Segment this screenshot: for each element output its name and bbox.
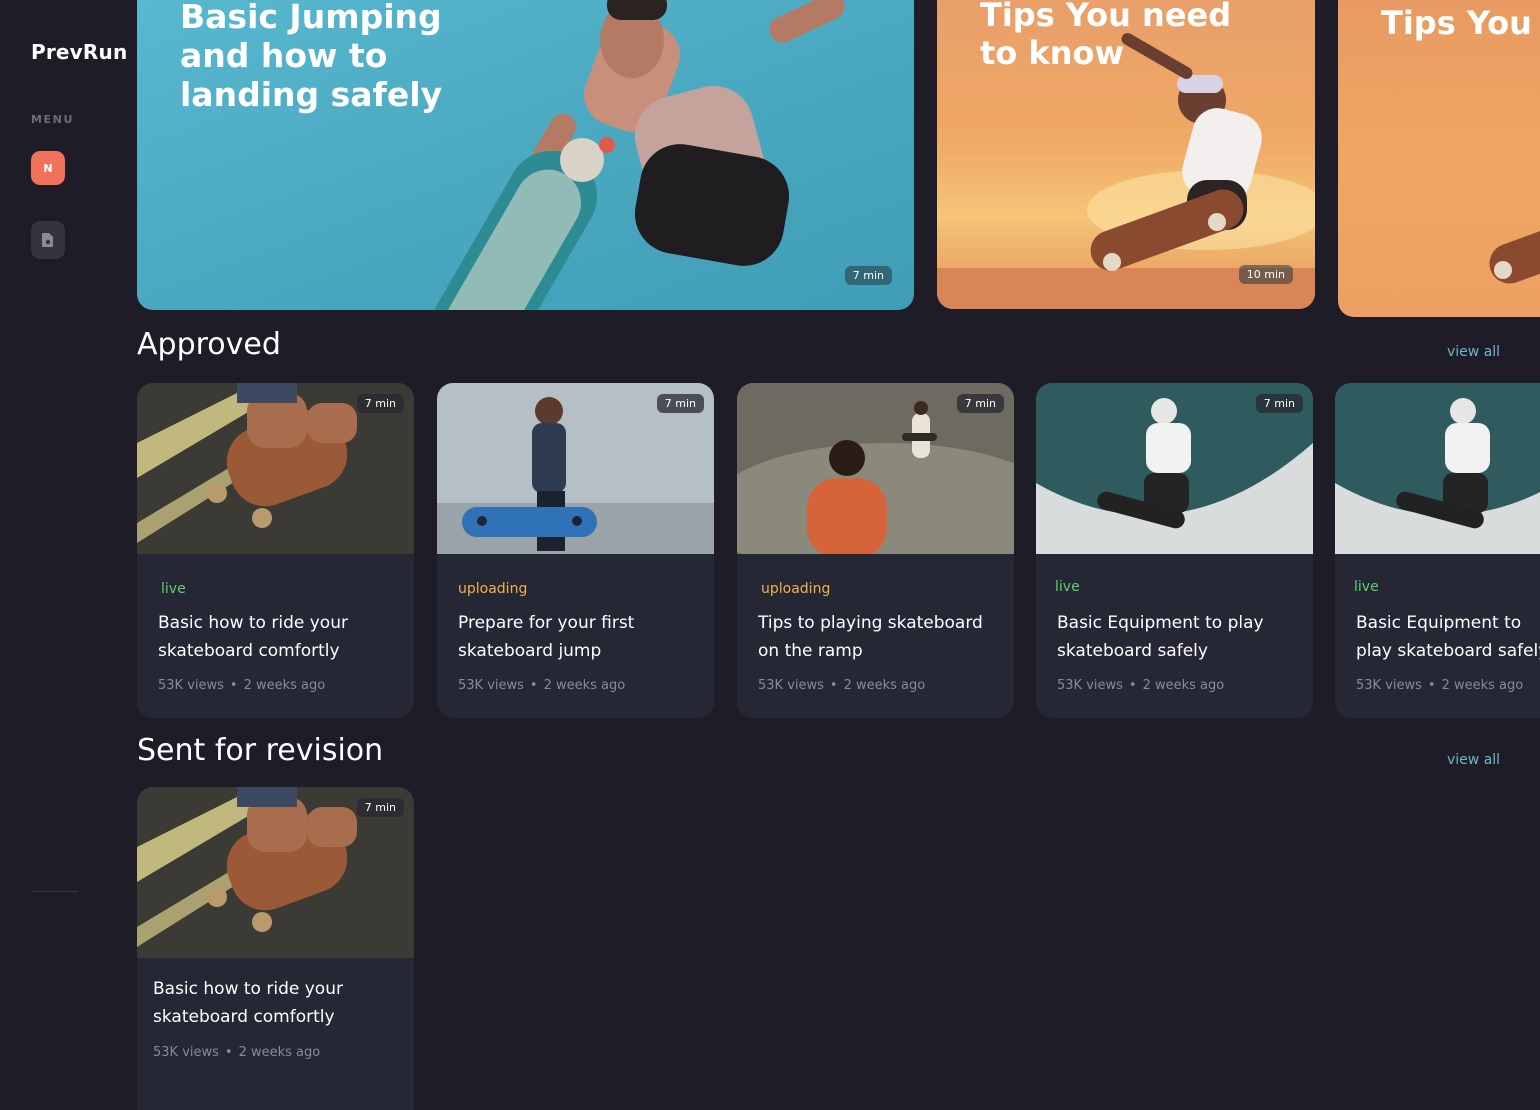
video-card[interactable]: live Basic Equipment to play skateboard … [1335,383,1540,718]
meta-separator: • [1128,678,1137,693]
video-meta: 53K views • 2 weeks ago [458,678,625,693]
document-icon [42,233,53,247]
duration-badge: 7 min [956,394,1004,413]
status-badge: live [1354,579,1379,595]
app-logo[interactable]: PrevRun [31,40,127,64]
video-meta: 53K views • 2 weeks ago [758,678,925,693]
hero-title: Basic Jumping and how to landing safely [180,0,443,114]
upload-age: 2 weeks ago [1441,678,1524,693]
meta-separator: • [829,678,838,693]
hero-card-tips[interactable]: Tips You need to know 10 min [937,0,1315,309]
video-card[interactable]: 7 min uploading Prepare for your first s… [437,383,714,718]
meta-separator: • [229,678,238,693]
video-card[interactable]: 7 min Basic how to ride your skateboard … [137,787,414,1110]
menu-label: MENU [31,113,74,126]
duration-badge: 10 min [1238,265,1293,284]
nav-item-notifications[interactable]: N [31,151,65,185]
view-all-revision-link[interactable]: view all [1447,752,1500,768]
sidebar: PrevRun MENU N [0,0,127,1110]
video-card[interactable]: 7 min live Basic how to ride your skateb… [137,383,414,718]
upload-age: 2 weeks ago [1142,678,1225,693]
section-title-approved: Approved [137,327,281,362]
status-badge: live [1055,579,1080,595]
video-card[interactable]: 7 min live Basic Equipment to play skate… [1036,383,1313,718]
video-title[interactable]: Basic Equipment to play skateboard safel… [1356,609,1540,665]
video-meta: 53K views • 2 weeks ago [158,678,325,693]
meta-separator: • [224,1045,233,1060]
duration-badge: 7 min [356,394,404,413]
nav-item-documents[interactable] [31,221,65,259]
status-badge: uploading [761,581,831,597]
view-all-approved-link[interactable]: view all [1447,344,1500,360]
status-badge: live [161,581,186,597]
duration-badge: 7 min [656,394,704,413]
hero-skater-image [1489,226,1540,284]
video-title[interactable]: Basic how to ride your skateboard comfor… [153,975,398,1031]
view-count: 53K views [153,1045,219,1060]
meta-separator: • [1427,678,1436,693]
hero-title: Tips You need to know [1381,4,1540,42]
status-badge: uploading [458,581,528,597]
sidebar-divider [31,891,78,892]
video-meta: 53K views • 2 weeks ago [1057,678,1224,693]
page: PrevRun MENU N Basic Jumping and how to … [0,0,1540,1110]
video-meta: 53K views • 2 weeks ago [153,1045,320,1060]
duration-badge: 7 min [356,798,404,817]
duration-badge: 7 min [844,266,892,285]
section-title-revision: Sent for revision [137,733,384,768]
meta-separator: • [529,678,538,693]
hero-card-tips-2[interactable]: Tips You need to know [1338,0,1540,317]
view-count: 53K views [1057,678,1123,693]
video-meta: 53K views • 2 weeks ago [1356,678,1523,693]
duration-badge: 7 min [1255,394,1303,413]
hero-title: Tips You need to know [980,0,1232,72]
view-count: 53K views [1356,678,1422,693]
video-thumbnail [1335,383,1540,554]
hero-card-basic-jumping[interactable]: Basic Jumping and how to landing safely … [137,0,914,310]
video-title[interactable]: Basic how to ride your skateboard comfor… [158,609,403,665]
view-count: 53K views [158,678,224,693]
view-count: 53K views [758,678,824,693]
video-title[interactable]: Tips to playing skateboard on the ramp [758,609,1003,665]
upload-age: 2 weeks ago [843,678,926,693]
upload-age: 2 weeks ago [243,678,326,693]
video-card[interactable]: 7 min uploading Tips to playing skateboa… [737,383,1014,718]
video-title[interactable]: Basic Equipment to play skateboard safel… [1057,609,1302,665]
view-count: 53K views [458,678,524,693]
upload-age: 2 weeks ago [238,1045,321,1060]
upload-age: 2 weeks ago [543,678,626,693]
video-title[interactable]: Prepare for your first skateboard jump [458,609,703,665]
